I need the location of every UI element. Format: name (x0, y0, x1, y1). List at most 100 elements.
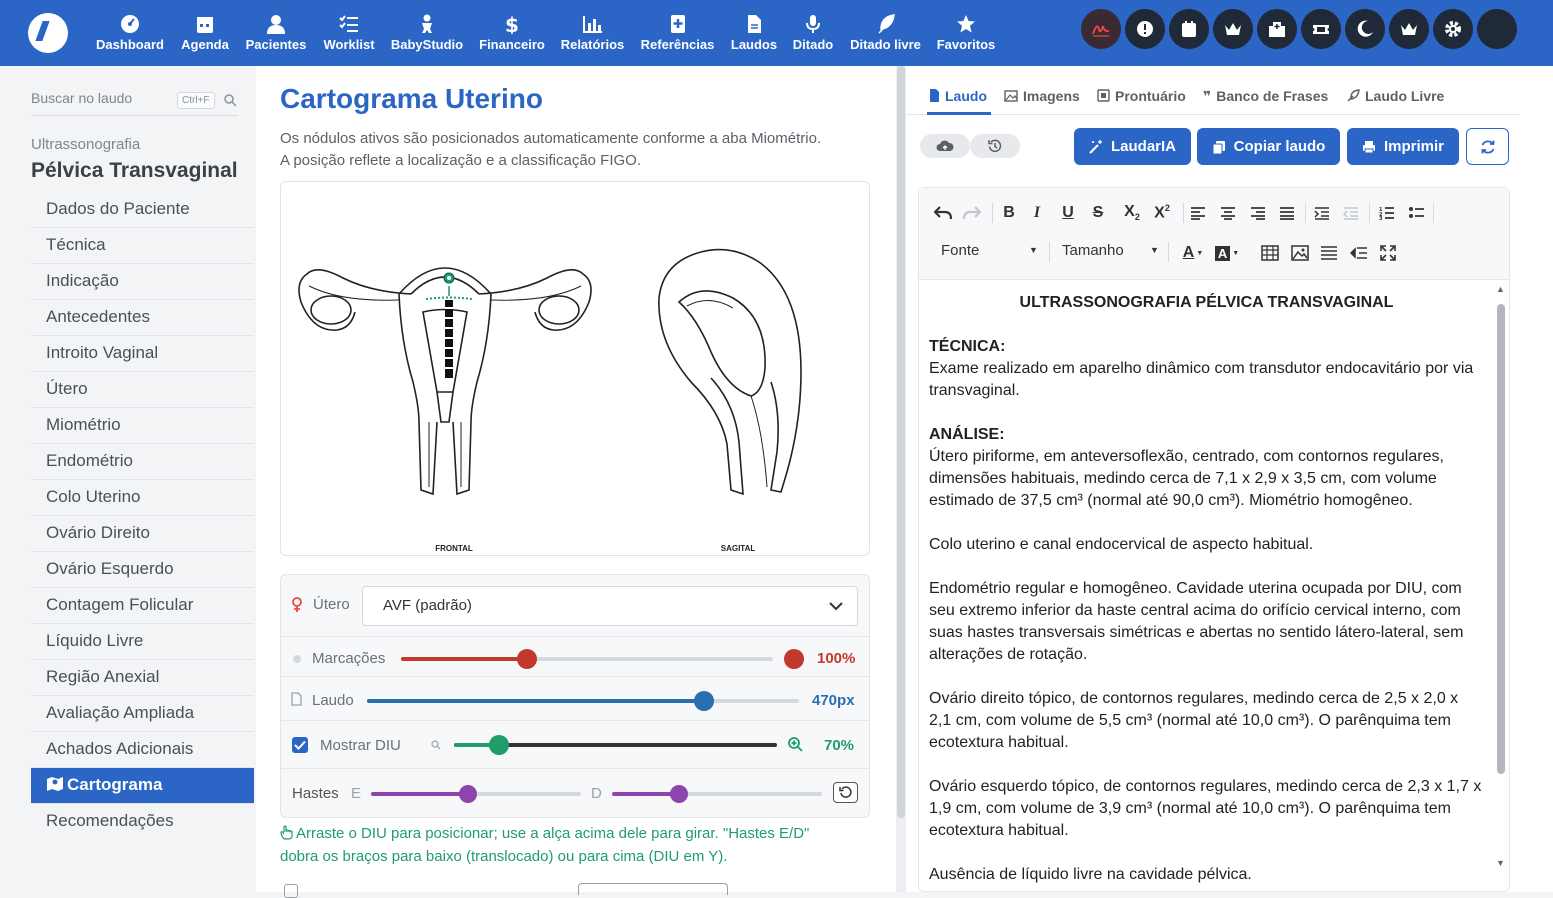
indent-button[interactable] (1310, 201, 1334, 225)
sidebar-item-antecedentes[interactable]: Antecedentes (31, 300, 254, 336)
zoom-out-icon[interactable] (431, 740, 441, 750)
subscript-button[interactable]: X2 (1120, 201, 1144, 225)
hastes-d-slider[interactable] (612, 785, 822, 803)
utero-select[interactable]: AVF (padrão) (362, 586, 858, 626)
panel-resizer[interactable] (896, 66, 906, 892)
nav-ditado-livre[interactable]: Ditado livre (849, 12, 922, 56)
align-right-button[interactable] (1246, 201, 1270, 225)
report-content[interactable]: ULTRASSONOGRAFIA PÉLVICA TRANSVAGINAL TÉ… (929, 292, 1484, 884)
strikethrough-button[interactable]: S (1086, 201, 1110, 225)
nav-worklist[interactable]: Worklist (322, 12, 376, 56)
refresh-button[interactable] (1466, 128, 1509, 165)
bold-button[interactable]: B (997, 201, 1021, 225)
sidebar-item-dados-paciente[interactable]: Dados do Paciente (31, 192, 254, 228)
font-family-select[interactable]: Fonte ▼ (941, 242, 1038, 259)
nav-financeiro[interactable]: $ Financeiro (478, 12, 546, 56)
sidebar-item-indicacao[interactable]: Indicação (31, 264, 254, 300)
line-height-button[interactable] (1347, 241, 1371, 265)
sidebar-item-tecnica[interactable]: Técnica (31, 228, 254, 264)
mostrar-diu-checkbox[interactable] (292, 737, 308, 753)
sidebar-item-achados-adicionais[interactable]: Achados Adicionais (31, 732, 254, 768)
sidebar-item-colo-uterino[interactable]: Colo Uterino (31, 480, 254, 516)
history-button[interactable] (970, 134, 1020, 158)
nav-laudos[interactable]: Laudos (730, 12, 778, 56)
scroll-down-icon[interactable]: ▼ (1496, 858, 1505, 868)
crown-button[interactable] (1213, 9, 1253, 49)
tab-prontuario[interactable]: Prontuário (1097, 88, 1186, 104)
superscript-button[interactable]: X2 (1150, 201, 1174, 225)
cloud-save-button[interactable] (920, 134, 970, 158)
dark-mode-button[interactable] (1345, 9, 1385, 49)
laudo-width-slider[interactable] (367, 691, 799, 711)
sidebar-item-contagem-folicular[interactable]: Contagem Folicular (31, 588, 254, 624)
outdent-button[interactable] (1339, 201, 1363, 225)
fullscreen-button[interactable] (1376, 241, 1400, 265)
hastes-e-slider[interactable] (371, 785, 581, 803)
nav-ditado[interactable]: Ditado (791, 12, 835, 56)
copiar-laudo-button[interactable]: Copiar laudo (1197, 128, 1340, 165)
insert-image-button[interactable] (1288, 241, 1312, 265)
marcacoes-slider[interactable] (401, 649, 773, 669)
nav-relatorios[interactable]: Relatórios (560, 12, 625, 56)
reset-hastes-button[interactable] (833, 782, 858, 803)
sidebar-item-endometrio[interactable]: Endométrio (31, 444, 254, 480)
alert-button[interactable] (1125, 9, 1165, 49)
sidebar-item-recomendacoes[interactable]: Recomendações (31, 804, 254, 840)
settings-button[interactable] (1433, 9, 1473, 49)
sidebar-item-regiao-anexial[interactable]: Região Anexial (31, 660, 254, 696)
nav-dashboard[interactable]: Dashboard (95, 12, 165, 56)
tab-laudo[interactable]: Laudo (929, 88, 987, 104)
scrollbar-thumb[interactable] (897, 66, 905, 818)
scrollbar-thumb[interactable] (1497, 304, 1505, 774)
align-center-button[interactable] (1216, 201, 1240, 225)
sidebar-item-avaliacao-ampliada[interactable]: Avaliação Ampliada (31, 696, 254, 732)
tab-imagens[interactable]: Imagens (1004, 88, 1080, 104)
sidebar-item-ovario-esquerdo[interactable]: Ovário Esquerdo (31, 552, 254, 588)
sidebar-item-cartograma[interactable]: Cartograma (31, 768, 254, 804)
italic-button[interactable]: I (1025, 201, 1049, 225)
marcacoes-color-swatch[interactable] (784, 649, 804, 669)
scroll-up-icon[interactable]: ▲ (1496, 284, 1505, 294)
sidebar-item-introito-vaginal[interactable]: Introito Vaginal (31, 336, 254, 372)
nav-agenda[interactable]: Agenda (180, 12, 230, 56)
partial-select[interactable] (578, 883, 728, 895)
slider-thumb[interactable] (670, 785, 689, 803)
imprimir-button[interactable]: Imprimir (1347, 128, 1459, 165)
insert-table-button[interactable] (1258, 241, 1282, 265)
premium-button[interactable] (1389, 9, 1429, 49)
nav-babystudio[interactable]: BabyStudio (390, 12, 464, 56)
diu-zoom-slider[interactable] (454, 735, 777, 755)
tab-laudo-livre[interactable]: Laudo Livre (1347, 88, 1444, 104)
sidebar-item-liquido-livre[interactable]: Líquido Livre (31, 624, 254, 660)
font-color-button[interactable]: A ▼ (1178, 241, 1208, 265)
slider-thumb[interactable] (489, 735, 510, 755)
tab-banco-frases[interactable]: ❞ Banco de Frases (1203, 88, 1328, 105)
undo-button[interactable] (931, 201, 955, 225)
bullet-list-button[interactable] (1405, 201, 1429, 225)
highlight-color-button[interactable]: A ▼ (1212, 241, 1242, 265)
sidebar-item-utero[interactable]: Útero (31, 372, 254, 408)
horizontal-rule-button[interactable] (1317, 241, 1341, 265)
justify-button[interactable] (1275, 201, 1299, 225)
ticket-button[interactable] (1301, 9, 1341, 49)
partial-checkbox[interactable] (284, 884, 298, 898)
slider-thumb[interactable] (693, 691, 714, 711)
avatar[interactable] (1477, 9, 1517, 49)
app-logo[interactable] (28, 13, 68, 53)
nav-pacientes[interactable]: Pacientes (244, 12, 308, 56)
editor-scrollbar[interactable]: ▲ ▼ (1495, 284, 1507, 880)
ordered-list-button[interactable]: 123 (1375, 201, 1399, 225)
underline-button[interactable]: U (1056, 201, 1080, 225)
align-left-button[interactable] (1186, 201, 1210, 225)
hospital-button[interactable] (1257, 9, 1297, 49)
calendar-button[interactable] (1169, 9, 1209, 49)
redo-button[interactable] (960, 201, 984, 225)
uterus-diagram-canvas[interactable]: FRONTAL SAGITAL (280, 181, 870, 556)
sidebar-item-miometrio[interactable]: Miométrio (31, 408, 254, 444)
slider-thumb[interactable] (458, 785, 477, 803)
zoom-in-icon[interactable] (788, 737, 803, 752)
slider-thumb[interactable] (517, 649, 538, 669)
signature-button[interactable] (1081, 9, 1121, 49)
laudaria-button[interactable]: LaudarIA (1074, 128, 1191, 165)
font-size-select[interactable]: Tamanho ▼ (1062, 242, 1159, 259)
